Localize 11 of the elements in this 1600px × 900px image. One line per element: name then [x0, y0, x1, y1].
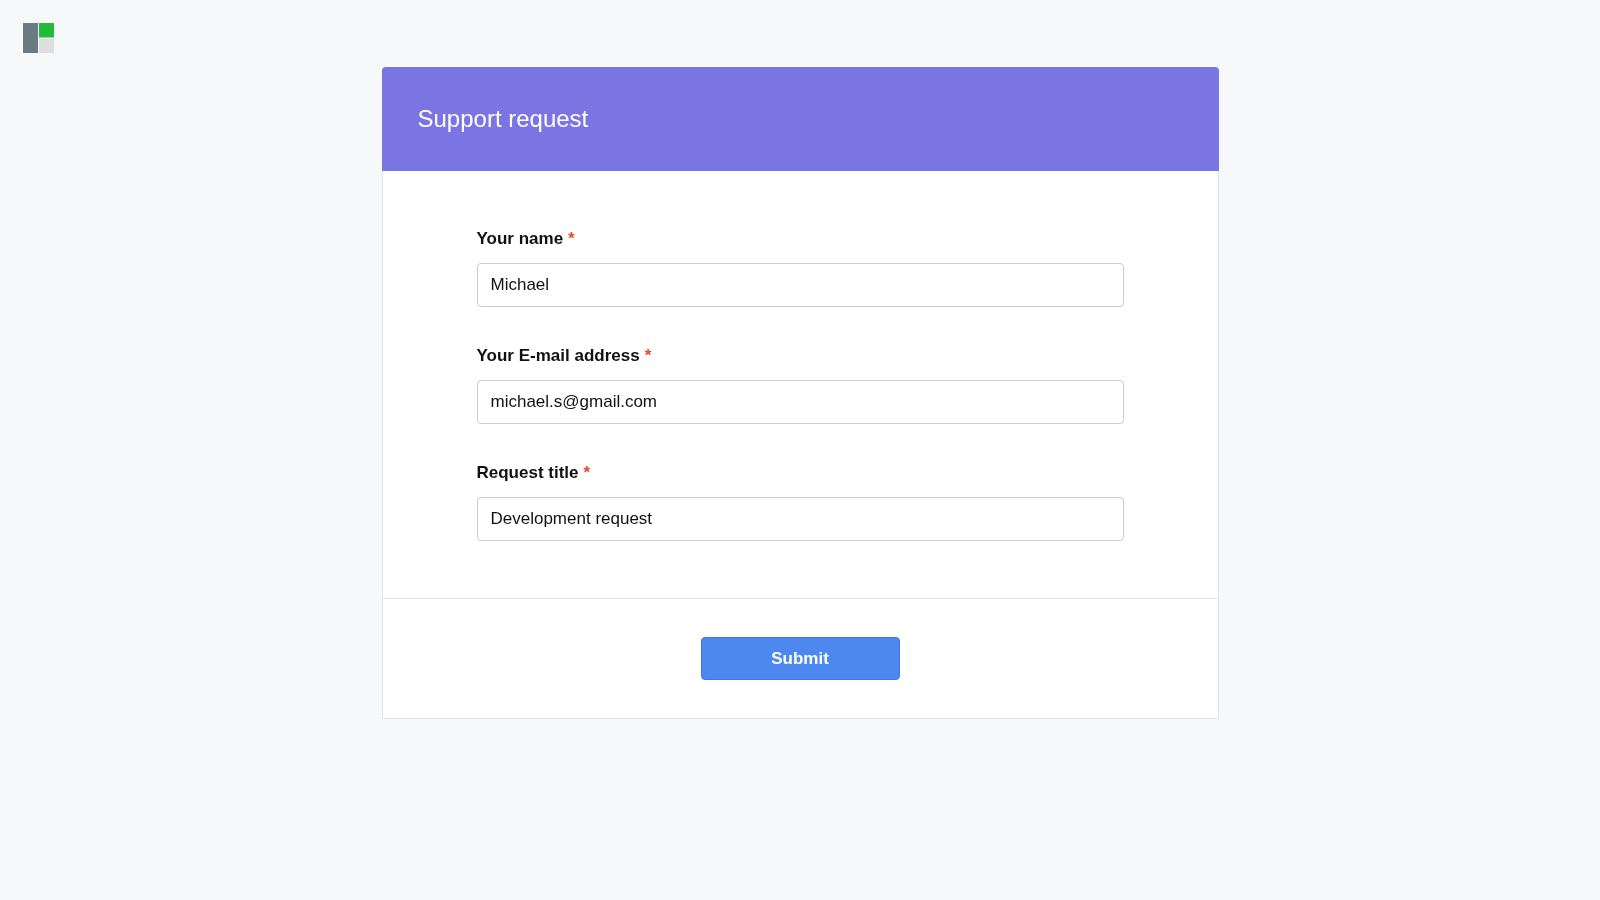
required-mark: * — [644, 345, 652, 367]
text-input[interactable]: michael.s@gmail.com — [476, 380, 1124, 424]
form-title: Support request — [417, 104, 589, 134]
field-label: Your name — [476, 228, 564, 250]
logo-icon — [23, 23, 54, 53]
required-mark: * — [583, 462, 591, 484]
field-label: Your E-mail address — [476, 345, 640, 367]
text-input[interactable]: Michael — [476, 263, 1124, 307]
required-mark: * — [568, 228, 575, 250]
text-input[interactable]: Development request — [476, 497, 1124, 541]
field-label: Request title — [476, 462, 579, 484]
